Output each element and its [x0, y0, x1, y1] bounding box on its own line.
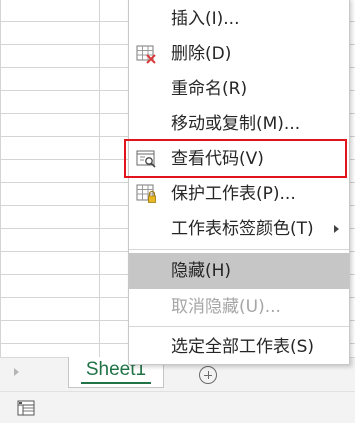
menu-item-label: 取消隐藏(U)... [171, 297, 281, 317]
active-tab-underline [81, 382, 151, 384]
macro-record-icon[interactable] [17, 400, 35, 416]
menu-separator [129, 326, 349, 327]
menu-item-hide[interactable]: 隐藏(H) [129, 253, 349, 289]
menu-item-label: 移动或复制(M)... [171, 114, 301, 134]
menu-item-label: 重命名(R) [171, 79, 248, 99]
menu-item-move-or-copy[interactable]: 移动或复制(M)... [129, 106, 349, 142]
grid-column-divider [99, 0, 100, 357]
menu-item-label: 隐藏(H) [171, 261, 232, 281]
menu-item-label: 插入(I)... [171, 9, 240, 29]
menu-item-insert[interactable]: 插入(I)... [129, 1, 349, 37]
menu-item-view-code[interactable]: 查看代码(V) [129, 141, 349, 177]
delete-sheet-icon [136, 45, 156, 64]
status-bar [0, 391, 355, 423]
menu-item-label: 选定全部工作表(S) [171, 337, 315, 357]
menu-item-protect-sheet[interactable]: 保护工作表(P)... [129, 176, 349, 212]
menu-item-unhide: 取消隐藏(U)... [129, 289, 349, 325]
menu-item-delete[interactable]: 删除(D) [129, 36, 349, 72]
view-code-icon [136, 150, 156, 168]
menu-item-label: 保护工作表(P)... [171, 184, 296, 204]
add-sheet-button[interactable] [199, 366, 217, 384]
menu-item-label: 删除(D) [171, 44, 232, 64]
menu-item-label: 查看代码(V) [171, 149, 264, 169]
menu-item-select-all-sheets[interactable]: 选定全部工作表(S) [129, 329, 349, 365]
menu-item-rename[interactable]: 重命名(R) [129, 71, 349, 107]
sheet-tab-context-menu: 插入(I)... 删除(D) 重命名(R) 移动或复制(M)... 查看代码(V… [128, 0, 350, 365]
menu-item-label: 工作表标签颜色(T) [171, 219, 314, 239]
protect-sheet-icon [136, 184, 156, 203]
menu-separator [129, 249, 349, 250]
scroll-tabs-right-icon[interactable] [14, 368, 19, 376]
menu-item-tab-color[interactable]: 工作表标签颜色(T) [129, 211, 349, 247]
submenu-arrow-icon [334, 225, 339, 233]
